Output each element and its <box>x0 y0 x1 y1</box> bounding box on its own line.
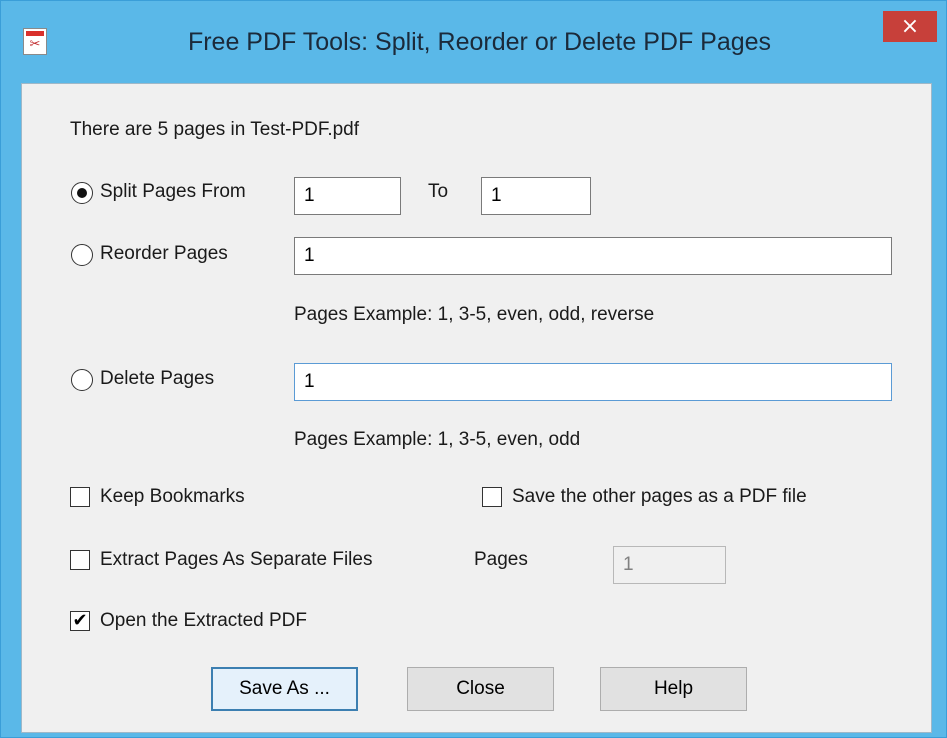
reorder-pages-input[interactable] <box>294 237 892 275</box>
window-title: Free PDF Tools: Split, Reorder or Delete… <box>187 28 772 56</box>
close-window-button[interactable]: × <box>883 11 937 42</box>
page-count-info: There are 5 pages in Test-PDF.pdf <box>70 119 360 140</box>
delete-pages-label[interactable]: Delete Pages <box>100 367 214 391</box>
close-icon[interactable]: × <box>901 14 919 39</box>
open-extracted-label[interactable]: Open the Extracted PDF <box>100 609 307 633</box>
split-pages-label[interactable]: Split Pages From <box>100 180 246 204</box>
extract-separate-files-checkbox[interactable] <box>70 550 90 570</box>
open-extracted-checkbox[interactable]: ✔ <box>70 611 90 631</box>
checkmark-icon: ✔ <box>72 610 88 631</box>
reorder-pages-hint: Pages Example: 1, 3-5, even, odd, revers… <box>294 304 655 325</box>
save-as-button[interactable]: Save As ... <box>211 667 358 711</box>
keep-bookmarks-checkbox[interactable] <box>70 487 90 507</box>
dialog-body: There are 5 pages in Test-PDF.pdf Split … <box>21 83 932 733</box>
close-button[interactable]: Close <box>407 667 554 711</box>
keep-bookmarks-label[interactable]: Keep Bookmarks <box>100 485 245 509</box>
reorder-pages-radio[interactable] <box>71 244 93 266</box>
save-other-pages-label[interactable]: Save the other pages as a PDF file <box>512 485 807 509</box>
save-other-pages-checkbox[interactable] <box>482 487 502 507</box>
extract-pages-input <box>613 546 726 584</box>
split-from-input[interactable] <box>294 177 401 215</box>
delete-pages-input[interactable] <box>294 363 892 401</box>
split-to-label: To <box>428 181 449 202</box>
delete-pages-radio[interactable] <box>71 369 93 391</box>
title-bar[interactable]: ✂ Free PDF Tools: Split, Reorder or Dele… <box>1 1 946 83</box>
delete-pages-hint: Pages Example: 1, 3-5, even, odd <box>294 429 581 450</box>
help-button[interactable]: Help <box>600 667 747 711</box>
pages-label: Pages <box>474 549 528 570</box>
split-pages-radio[interactable] <box>71 182 93 204</box>
extract-separate-files-label[interactable]: Extract Pages As Separate Files <box>100 548 372 572</box>
split-to-input[interactable] <box>481 177 591 215</box>
reorder-pages-label[interactable]: Reorder Pages <box>100 242 228 266</box>
dialog-window: ✂ Free PDF Tools: Split, Reorder or Dele… <box>0 0 947 738</box>
